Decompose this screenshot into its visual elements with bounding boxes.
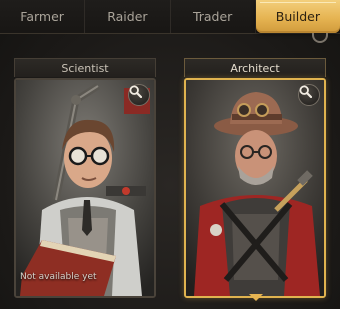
zoom-button[interactable] [128,84,150,106]
round-toggle-icon[interactable] [312,33,328,43]
tab-trader[interactable]: Trader [171,0,256,33]
role-tabbar: Farmer Raider Trader Builder [0,0,340,34]
tab-farmer[interactable]: Farmer [0,0,86,33]
magnifier-icon [299,85,312,98]
character-card-scientist[interactable]: Scientist Not available yet [14,58,156,298]
tab-builder[interactable]: Builder [255,0,340,33]
portrait-architect[interactable] [184,78,326,298]
selected-indicator-arrow [249,294,263,301]
magnifier-icon [129,85,142,98]
character-card-architect[interactable]: Architect [184,58,326,301]
card-title: Scientist [14,58,156,77]
card-title: Architect [184,58,326,77]
architect-illustration [186,80,324,296]
portrait-scientist[interactable]: Not available yet [14,78,156,298]
availability-status: Not available yet [20,272,97,282]
scientist-illustration [16,80,154,296]
tab-raider[interactable]: Raider [85,0,171,33]
zoom-button[interactable] [298,84,320,106]
